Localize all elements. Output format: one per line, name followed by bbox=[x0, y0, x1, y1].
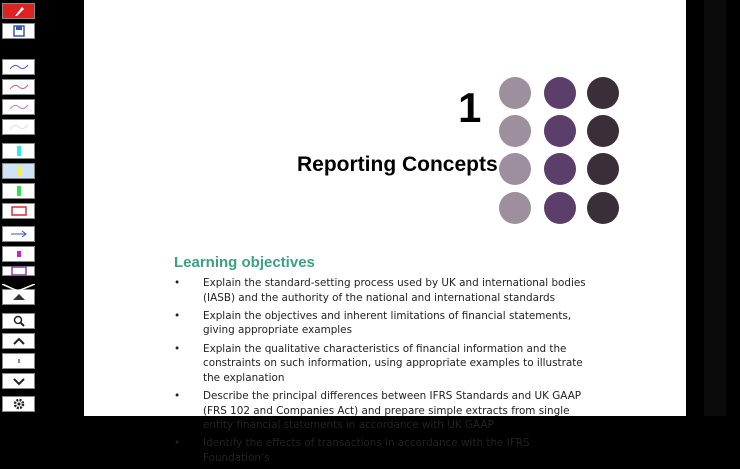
decorative-dot bbox=[499, 77, 531, 109]
pen-pink-icon-glyph bbox=[9, 84, 28, 90]
decorative-dot bbox=[499, 153, 531, 185]
pen-white-icon-glyph bbox=[9, 124, 28, 130]
learning-objective-text: Explain the objectives and inherent limi… bbox=[203, 309, 572, 337]
learning-objective-item: • Explain the objectives and inherent lim… bbox=[174, 309, 594, 338]
chapter-number: 1 bbox=[458, 84, 482, 131]
pen-purple-icon-glyph bbox=[9, 104, 28, 110]
save-icon-glyph bbox=[12, 25, 25, 37]
save-icon[interactable] bbox=[2, 23, 35, 39]
decorative-dot bbox=[544, 153, 576, 185]
rectangle-purple-icon-glyph bbox=[10, 266, 27, 276]
page-marker-icon-glyph bbox=[17, 359, 20, 363]
rectangle-purple-icon[interactable] bbox=[2, 266, 35, 276]
pen-blue-icon[interactable] bbox=[2, 59, 35, 75]
learning-objective-text: Explain the qualitative characteristics … bbox=[203, 342, 583, 384]
rectangle-icon-glyph bbox=[10, 206, 27, 216]
chevron-down-icon-glyph bbox=[12, 378, 25, 386]
rectangle-icon[interactable] bbox=[2, 203, 35, 219]
learning-objective-text: Explain the standard-setting process use… bbox=[203, 277, 586, 304]
right-margin bbox=[686, 0, 740, 416]
pen-purple-icon[interactable] bbox=[2, 99, 35, 115]
chevron-up-icon-glyph bbox=[12, 337, 25, 345]
highlighter-cyan-icon[interactable] bbox=[2, 143, 35, 159]
decorative-dot bbox=[587, 192, 619, 224]
learning-objective-text: Identify the effects of transactions in … bbox=[203, 437, 530, 464]
bullet-glyph: • bbox=[174, 277, 181, 289]
decorative-dot bbox=[544, 77, 576, 109]
chevron-up-icon[interactable] bbox=[2, 333, 35, 349]
pen-pink-icon[interactable] bbox=[2, 79, 35, 95]
decorative-dot bbox=[587, 153, 619, 185]
zoom-icon[interactable] bbox=[2, 313, 35, 329]
pen-logo-icon-glyph bbox=[14, 7, 24, 16]
chapter-title: Reporting Concepts bbox=[297, 153, 498, 176]
bullet-glyph: • bbox=[174, 437, 181, 450]
arrow-icon-glyph bbox=[10, 230, 27, 238]
bullet-glyph: • bbox=[174, 342, 181, 355]
arrow-icon[interactable] bbox=[2, 226, 35, 242]
pen-blue-icon-glyph bbox=[9, 64, 28, 70]
pen-logo-icon[interactable] bbox=[2, 3, 35, 19]
learning-objective-text: Describe the principal differences betwe… bbox=[203, 389, 582, 432]
annotation-toolbar bbox=[0, 0, 38, 416]
decorative-dot bbox=[544, 192, 576, 224]
marker-magenta-icon[interactable] bbox=[2, 246, 35, 262]
highlighter-green-icon-glyph bbox=[16, 186, 21, 196]
learning-objective-item: • Describe the principal differences betw… bbox=[174, 389, 594, 433]
toolbar-divider bbox=[1, 277, 36, 292]
decorative-dot bbox=[499, 192, 531, 224]
highlighter-yellow-icon-glyph bbox=[16, 166, 21, 176]
highlighter-cyan-icon-glyph bbox=[16, 146, 21, 156]
settings-gear-icon[interactable] bbox=[2, 396, 35, 412]
bullet-glyph: • bbox=[174, 309, 181, 322]
scroll-up-icon-glyph bbox=[12, 294, 25, 300]
chevron-down-icon[interactable] bbox=[2, 373, 35, 389]
decorative-dot bbox=[499, 115, 531, 147]
learning-objective-item: • Explain the standard-setting process us… bbox=[174, 276, 594, 305]
settings-gear-icon-glyph bbox=[13, 398, 24, 410]
learning-objective-item: • Explain the qualitative characteristics… bbox=[174, 342, 594, 386]
zoom-icon-glyph bbox=[13, 315, 25, 327]
learning-objectives-heading: Learning objectives bbox=[174, 254, 315, 271]
decorative-dot bbox=[587, 77, 619, 109]
learning-objective-item: • Identify the effects of transactions in… bbox=[174, 436, 594, 465]
highlighter-yellow-icon[interactable] bbox=[2, 163, 35, 179]
bullet-glyph: • bbox=[174, 389, 181, 402]
pen-white-icon[interactable] bbox=[2, 119, 35, 135]
page-marker-icon[interactable] bbox=[2, 353, 35, 369]
marker-magenta-icon-glyph bbox=[16, 251, 21, 257]
decorative-dot bbox=[587, 115, 619, 147]
decorative-dot bbox=[544, 115, 576, 147]
highlighter-green-icon[interactable] bbox=[2, 183, 35, 199]
learning-objectives-list: • Explain the standard-setting process us… bbox=[174, 276, 594, 469]
